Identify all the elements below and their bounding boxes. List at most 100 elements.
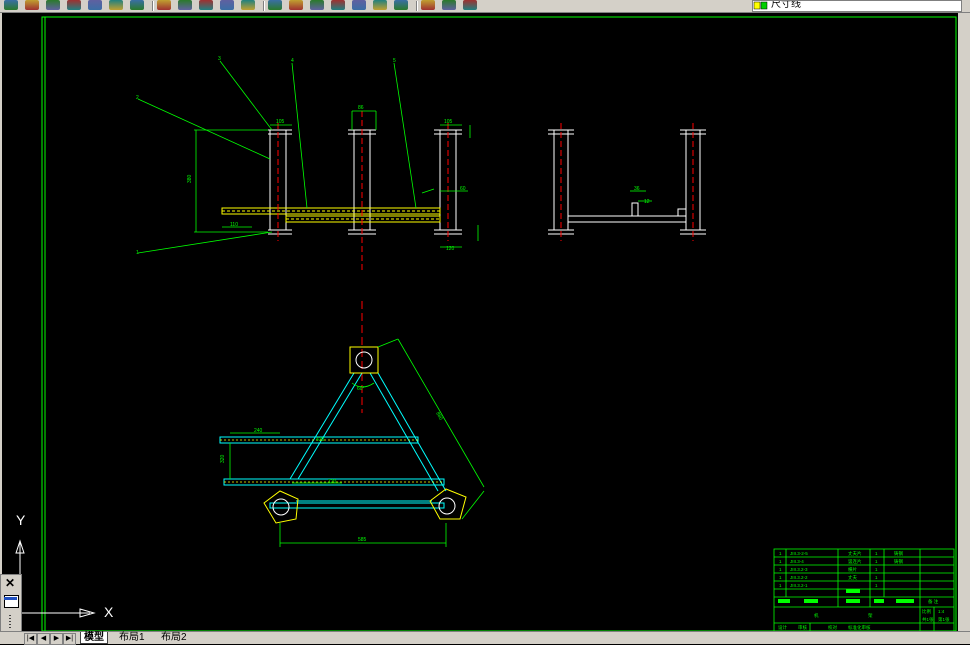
dim-height: 380 (187, 174, 193, 183)
dim-side-plate: 12 (644, 199, 650, 205)
tb-footer-1: 设计 (778, 624, 787, 631)
save-icon[interactable] (46, 0, 60, 10)
designcenter-icon[interactable] (373, 0, 387, 10)
tb-row2-no: 1 (779, 559, 782, 564)
dim-base: 585 (358, 537, 367, 543)
calc-icon[interactable] (421, 0, 435, 10)
help-icon[interactable] (442, 0, 456, 10)
front-view-dimensions (137, 60, 479, 254)
dim-bar-gap: 320 (220, 454, 226, 463)
front-view-labels: 3 4 5 2 1 86 105 105 380 110 120 60 (136, 56, 466, 256)
grip-icon[interactable] (9, 615, 11, 629)
tb-row2-name: 竖连片 (848, 558, 862, 565)
tb-ratio: 1:4 (938, 609, 945, 614)
tb-footer-4: 标准化审核 (848, 624, 871, 631)
dim-left: 110 (230, 222, 238, 228)
new-icon[interactable] (4, 0, 18, 10)
first-tab-button[interactable]: |◀ (24, 633, 37, 645)
plan-view-plates (263, 346, 467, 524)
dim-top-left: 105 (276, 119, 285, 125)
tb-row1-mat: 铸钢 (894, 550, 903, 557)
tb-row2-mat: 铸钢 (894, 558, 903, 565)
next-tab-button[interactable]: ▶ (50, 633, 63, 645)
redo-icon[interactable] (241, 0, 255, 10)
publish-icon[interactable] (109, 0, 123, 10)
tb-row5-qty: 1 (875, 583, 878, 588)
front-view (268, 129, 462, 235)
tb-footer-3: 校对 (828, 624, 837, 631)
dim-top-middle: 86 (358, 105, 364, 111)
front-view-centerlines (277, 111, 449, 271)
tb-row3-qty: 1 (875, 567, 878, 572)
tb-row2-code: JIII.3-4 (790, 559, 804, 564)
open-icon[interactable] (25, 0, 39, 10)
matchprop-icon[interactable] (220, 0, 234, 10)
tb-row3-code: JIII.3.2-3 (790, 567, 808, 572)
tb-row4-name: 丈夫 (848, 574, 857, 581)
plot-icon[interactable] (130, 0, 144, 10)
tb-row2-qty: 1 (875, 559, 878, 564)
paste-icon[interactable] (199, 0, 213, 10)
tb-sheet: 共1张 (922, 616, 934, 623)
layer-state-icon (753, 1, 768, 10)
tb-row4-code: JIII.3.2-2 (790, 575, 808, 580)
dim-right: 60 (460, 186, 466, 192)
balloon-1: 1 (136, 250, 139, 256)
tb-row1-qty: 1 (875, 551, 878, 556)
balloon-4: 4 (291, 58, 294, 64)
prev-tab-button[interactable]: ◀ (37, 633, 50, 645)
pan-icon[interactable] (268, 0, 282, 10)
tab-layout2[interactable]: 布局2 (158, 632, 190, 643)
balloon-3: 3 (218, 56, 221, 62)
print-icon[interactable] (67, 0, 81, 10)
ucs-icon (15, 539, 96, 618)
tb-row4-no: 1 (779, 575, 782, 580)
dim-bar-mid: 420 (316, 437, 325, 443)
dim-bottom-bar: 720 (328, 479, 337, 485)
ucs-y-label: Y (16, 512, 26, 528)
vertical-scrollbar[interactable] (958, 13, 970, 643)
title-block-fills (778, 589, 914, 603)
layer-manager-icon[interactable] (463, 0, 477, 10)
zoom-window-icon[interactable] (310, 0, 324, 10)
dim-bottom-right: 120 (446, 246, 455, 252)
zoom-realtime-icon[interactable] (289, 0, 303, 10)
layout-tab-bar: |◀ ◀ ▶ ▶| 模型 布局1 布局2 (0, 631, 970, 645)
front-view-rails (221, 207, 441, 223)
tb-title-2: 架 (868, 613, 873, 619)
tb-row5-no: 1 (779, 583, 782, 588)
toolbar-separator (263, 1, 265, 11)
plan-view-bars (219, 372, 447, 509)
tab-layout1[interactable]: 布局1 (116, 632, 148, 643)
tab-model[interactable]: 模型 (80, 632, 108, 644)
window-titlebar-icon (4, 597, 17, 600)
tb-sheet2: 第1张 (938, 616, 950, 623)
drawing-frame-outer (41, 16, 957, 631)
ucs-x-label: X (104, 604, 114, 620)
dim-diagonal: 880 (434, 411, 443, 421)
zoom-previous-icon[interactable] (331, 0, 345, 10)
tb-row5-code: JIII.3.2-1 (790, 583, 808, 588)
toolpalette-icon[interactable] (394, 0, 408, 10)
plan-view-bars-yellow (220, 439, 444, 483)
dim-side-small: 36 (634, 186, 640, 192)
dim-bar-left: 240 (254, 428, 263, 434)
properties-icon[interactable] (352, 0, 366, 10)
tb-row1-code: JIII.3-2-5 (790, 551, 808, 556)
last-tab-button[interactable]: ▶| (63, 633, 76, 645)
tb-remark: 备 注 (928, 598, 939, 605)
copy-icon[interactable] (178, 0, 192, 10)
tb-ratio-label: 比例 (922, 608, 931, 615)
preview-icon[interactable] (88, 0, 102, 10)
tb-row4-qty: 1 (875, 575, 878, 580)
drawing-canvas[interactable]: 3 4 5 2 1 86 105 105 380 110 120 60 36 1… (2, 13, 958, 631)
cut-icon[interactable] (157, 0, 171, 10)
tb-row3-name: 横片 (848, 566, 857, 573)
tb-footer-2: 审核 (798, 624, 807, 631)
command-line-toggle-panel[interactable]: ✕ (0, 574, 22, 633)
close-icon[interactable]: ✕ (5, 577, 15, 589)
dim-top-right: 105 (444, 119, 453, 125)
title-block-text: 1 JIII.3-2-5 丈夫片 1 铸钢 1 JIII.3-4 竖连片 1 铸… (778, 550, 950, 631)
layer-dropdown[interactable]: 尺寸线 (752, 0, 962, 12)
tb-row3-no: 1 (779, 567, 782, 572)
